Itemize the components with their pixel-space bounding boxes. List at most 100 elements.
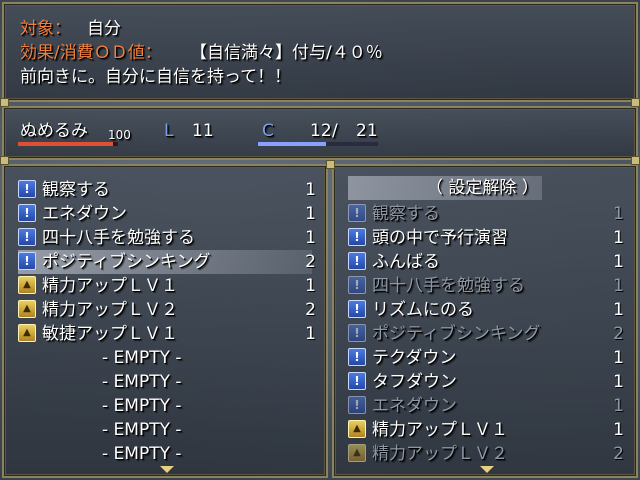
cost-bar-fill [258, 142, 327, 146]
available-skill-row[interactable]: ! リズムにのる 1 [348, 298, 624, 322]
available-skill-row[interactable]: ! ふんばる 1 [348, 250, 624, 274]
skill-cost: 1 [305, 324, 316, 344]
frame-ornament [326, 160, 335, 169]
od-value: 【自信満々】付与/４０％ [190, 43, 383, 63]
equipped-skill-row[interactable]: ! 四十八手を勉強する 1 [18, 226, 316, 250]
cost-bar [258, 142, 378, 146]
skill-cost: 1 [613, 420, 624, 440]
skill-icon: ! [348, 396, 366, 414]
level-value: 11 [192, 121, 214, 141]
skill-cost: 1 [613, 372, 624, 392]
skill-icon: ! [18, 204, 36, 222]
skill-name: 精力アップＬＶ１ [372, 420, 508, 440]
skill-name: 四十八手を勉強する [42, 228, 195, 248]
equipped-skill-row[interactable]: ▲ 敏捷アップＬＶ１ 1 [18, 322, 316, 346]
cost-current: 12 [310, 121, 332, 141]
empty-slot[interactable]: - EMPTY - [18, 442, 312, 466]
target-value: 自分 [87, 19, 121, 39]
skill-icon: ! [18, 180, 36, 198]
skill-name: 頭の中で予行演習 [372, 228, 508, 248]
empty-slot[interactable]: - EMPTY - [18, 394, 312, 418]
gai-up-icon: ▲ [18, 300, 36, 318]
skill-icon: ! [348, 300, 366, 318]
empty-slot[interactable]: - EMPTY - [18, 370, 312, 394]
skill-name: 精力アップＬＶ２ [372, 444, 508, 464]
skill-cost: 2 [305, 300, 316, 320]
gai-up-icon: ▲ [348, 420, 366, 438]
skill-name: エネダウン [372, 396, 457, 416]
skill-cost: 1 [305, 204, 316, 224]
skill-icon: ! [348, 372, 366, 390]
equipped-skill-row[interactable]: ▲ 精力アップＬＶ２ 2 [18, 298, 316, 322]
empty-slot-label: - EMPTY - [102, 420, 182, 440]
empty-slot[interactable]: - EMPTY - [18, 418, 312, 442]
skill-cost: 1 [613, 204, 624, 224]
unequip-label: （ 設定解除 ） [426, 178, 539, 198]
skill-name: 精力アップＬＶ１ [42, 276, 178, 296]
skill-name: ポジティブシンキング [42, 252, 211, 272]
skill-name: ふんばる [372, 252, 440, 272]
skill-name: タフダウン [372, 372, 457, 392]
target-label: 対象： [20, 19, 71, 39]
frame-ornament [631, 98, 640, 107]
skill-name: 精力アップＬＶ２ [42, 300, 178, 320]
cost-label: C [262, 121, 274, 141]
skill-icon: ! [18, 252, 36, 270]
empty-slot-label: - EMPTY - [102, 396, 182, 416]
skill-description: 前向きに。自分に自信を持って！！ [20, 67, 292, 87]
od-label: 効果/消費ＯＤ値： [20, 43, 162, 63]
available-skills-panel: （ 設定解除 ） ! 観察する 1! 頭の中で予行演習 1! ふんばる 1! 四十八手を勉強す… [332, 164, 638, 478]
equipped-skill-row[interactable]: ! エネダウン 1 [18, 202, 316, 226]
available-skill-row[interactable]: ! テクダウン 1 [348, 346, 624, 370]
scroll-down-arrow[interactable] [160, 466, 174, 473]
skill-cost: 1 [613, 276, 624, 296]
skill-cost: 2 [305, 252, 316, 272]
frame-ornament [0, 156, 9, 165]
available-skill-row[interactable]: ! 四十八手を勉強する 1 [348, 274, 624, 298]
hp-bar [18, 142, 118, 146]
skill-icon: ! [348, 276, 366, 294]
empty-slot-label: - EMPTY - [102, 444, 182, 464]
skill-name: ポジティブシンキング [372, 324, 541, 344]
skill-name: 観察する [372, 204, 440, 224]
equipped-skill-row[interactable]: ▲ 精力アップＬＶ１ 1 [18, 274, 316, 298]
skill-cost: 1 [613, 396, 624, 416]
skill-cost: 2 [613, 324, 624, 344]
skill-cost: 1 [613, 348, 624, 368]
available-skill-row[interactable]: ! 頭の中で予行演習 1 [348, 226, 624, 250]
skill-cost: 2 [613, 444, 624, 464]
skill-icon: ! [348, 324, 366, 342]
skill-cost: 1 [305, 228, 316, 248]
character-name: ぬめるみ [20, 121, 88, 141]
skill-name: 観察する [42, 180, 110, 200]
empty-slot[interactable]: - EMPTY - [18, 346, 312, 370]
skill-name: テクダウン [372, 348, 457, 368]
available-skill-row[interactable]: ! タフダウン 1 [348, 370, 624, 394]
empty-slot-label: - EMPTY - [102, 372, 182, 392]
character-status-panel: ぬめるみ 100 L 11 C 12 / 21 [2, 106, 638, 160]
skill-cost: 1 [613, 300, 624, 320]
unequip-option[interactable]: （ 設定解除 ） [348, 176, 542, 200]
equipped-skill-row[interactable]: ! ポジティブシンキング 2 [18, 250, 316, 274]
skill-cost: 1 [305, 180, 316, 200]
hp-bar-fill [18, 142, 113, 146]
scroll-down-arrow[interactable] [480, 466, 494, 473]
cost-max: 21 [356, 121, 378, 141]
skill-icon: ! [18, 228, 36, 246]
available-skill-row[interactable]: ▲ 精力アップＬＶ２ 2 [348, 442, 624, 466]
skill-name: 四十八手を勉強する [372, 276, 525, 296]
available-skill-row[interactable]: ▲ 精力アップＬＶ１ 1 [348, 418, 624, 442]
gai-up-icon: ▲ [18, 276, 36, 294]
empty-slot-label: - EMPTY - [102, 348, 182, 368]
equipped-skills-panel: ! 観察する 1! エネダウン 1! 四十八手を勉強する 1! ポジティブシンキング 2 ▲ 精力ア… [2, 164, 328, 478]
skill-name: リズムにのる [372, 300, 474, 320]
available-skill-row[interactable]: ! 観察する 1 [348, 202, 624, 226]
level-label: L [164, 121, 174, 141]
frame-ornament [631, 156, 640, 165]
skill-name: エネダウン [42, 204, 127, 224]
available-skill-row[interactable]: ! ポジティブシンキング 2 [348, 322, 624, 346]
skill-info-panel: 対象： 自分 効果/消費ＯＤ値： 【自信満々】付与/４０％ 前向きに。自分に自信… [2, 2, 638, 102]
equipped-skill-row[interactable]: ! 観察する 1 [18, 178, 316, 202]
skill-icon: ! [348, 228, 366, 246]
available-skill-row[interactable]: ! エネダウン 1 [348, 394, 624, 418]
